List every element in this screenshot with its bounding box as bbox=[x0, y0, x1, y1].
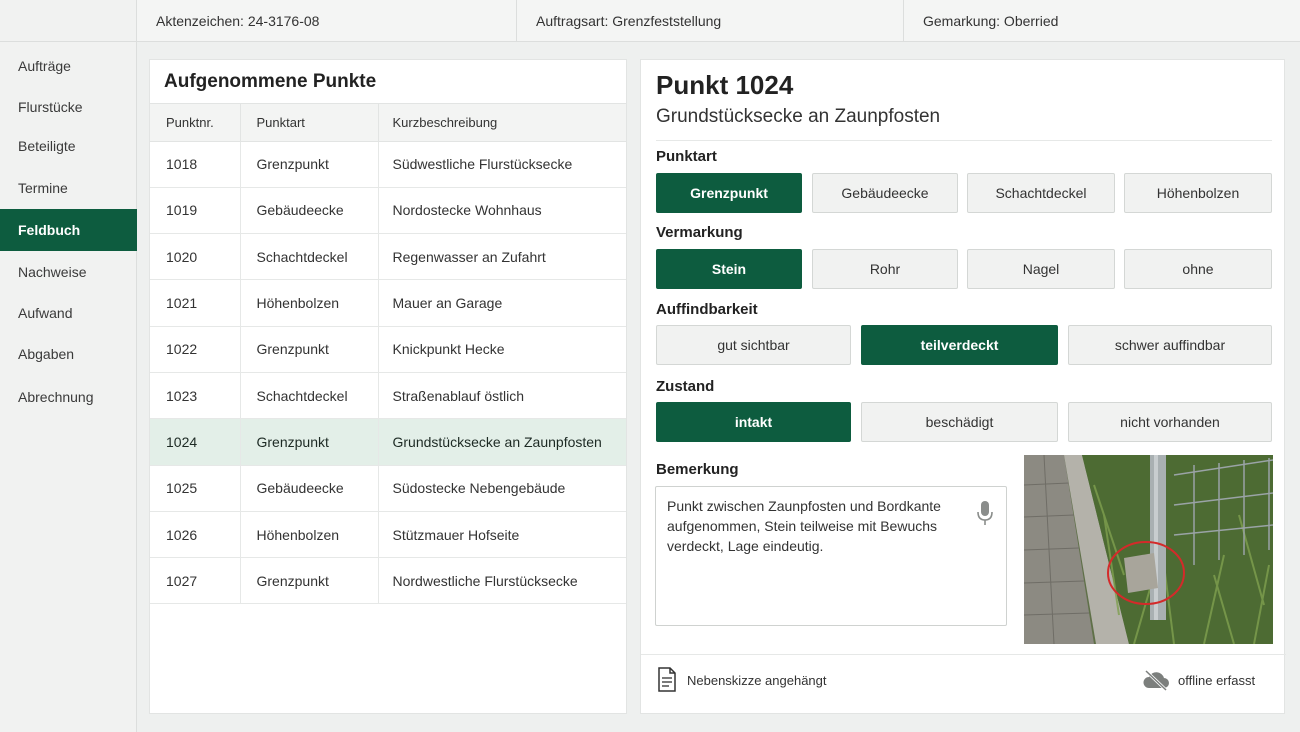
column-header-punktnr[interactable]: Punktnr. bbox=[150, 104, 241, 142]
sidebar-item-beteiligte[interactable]: Beteiligte bbox=[0, 125, 137, 167]
cell-kurzbeschreibung: Südwestliche Flurstücksecke bbox=[378, 141, 626, 188]
bemerkung-textarea[interactable]: Punkt zwischen Zaunpfosten und Bordkante… bbox=[655, 486, 1007, 626]
auffindbarkeit-label: Auffindbarkeit bbox=[656, 301, 758, 318]
auftragsart-field: Auftragsart: Grenzfeststellung bbox=[517, 0, 904, 42]
points-list-title: Aufgenommene Punkte bbox=[150, 60, 626, 104]
point-subtitle: Grundstücksecke an Zaunpfosten bbox=[656, 106, 941, 127]
cell-punktnr: 1018 bbox=[150, 141, 241, 188]
cell-punktart: Höhenbolzen bbox=[240, 279, 379, 327]
cell-punktart: Schachtdeckel bbox=[240, 372, 379, 420]
table-header-row: Punktnr. Punktart Kurzbeschreibung bbox=[150, 104, 626, 142]
auffindbarkeit-option-button[interactable]: teilverdeckt bbox=[861, 325, 1058, 365]
punktart-option-button[interactable]: Gebäudeecke bbox=[812, 173, 958, 213]
cell-punktnr: 1019 bbox=[150, 187, 241, 235]
column-header-kurzbeschreibung[interactable]: Kurzbeschreibung bbox=[378, 104, 626, 142]
cell-punktart: Grenzpunkt bbox=[240, 141, 379, 188]
sidebar-item-nachweise[interactable]: Nachweise bbox=[0, 251, 137, 293]
table-row[interactable]: 1022 Grenzpunkt Knickpunkt Hecke bbox=[150, 326, 626, 373]
punktart-option-button[interactable]: Grenzpunkt bbox=[656, 173, 802, 213]
cell-kurzbeschreibung: Regenwasser an Zufahrt bbox=[378, 233, 626, 281]
cell-punktart: Gebäudeecke bbox=[240, 187, 379, 235]
sidebar-item-auftraege[interactable]: Aufträge bbox=[0, 45, 137, 87]
cell-kurzbeschreibung: Mauer an Garage bbox=[378, 279, 626, 327]
cell-punktart: Schachtdeckel bbox=[240, 233, 379, 281]
table-row[interactable]: 1019 Gebäudeecke Nordostecke Wohnhaus bbox=[150, 187, 626, 235]
table-row[interactable]: 1027 Grenzpunkt Nordwestliche Flurstücksec… bbox=[150, 557, 626, 605]
cell-punktart: Grenzpunkt bbox=[240, 418, 379, 466]
cloud-offline-icon bbox=[1143, 669, 1169, 691]
vermarkung-option-button[interactable]: ohne bbox=[1124, 249, 1272, 289]
sidebar: Aufträge Flurstücke Beteiligte Termine F… bbox=[0, 0, 137, 732]
point-photo-image bbox=[1024, 455, 1273, 644]
zustand-option-button[interactable]: intakt bbox=[656, 402, 851, 442]
cell-punktnr: 1023 bbox=[150, 372, 241, 420]
table-row[interactable]: 1025 Gebäudeecke Südostecke Nebengebäude bbox=[150, 465, 626, 512]
table-row[interactable]: 1024 Grenzpunkt Grundstücksecke an Zaunpfo… bbox=[150, 418, 626, 466]
cell-kurzbeschreibung: Südostecke Nebengebäude bbox=[378, 465, 626, 512]
sidebar-item-termine[interactable]: Termine bbox=[0, 167, 137, 209]
table-row[interactable]: 1018 Grenzpunkt Südwestliche Flurstückseck… bbox=[150, 141, 626, 188]
sketch-attachment-link[interactable]: Nebenskizze angehängt bbox=[687, 673, 827, 688]
cell-punktnr: 1020 bbox=[150, 233, 241, 281]
points-table: Punktnr. Punktart Kurzbeschreibung 1018 G… bbox=[150, 104, 626, 605]
cell-punktnr: 1022 bbox=[150, 326, 241, 373]
zustand-label: Zustand bbox=[656, 378, 715, 395]
cell-kurzbeschreibung: Stützmauer Hofseite bbox=[378, 511, 626, 559]
table-row[interactable]: 1021 Höhenbolzen Mauer an Garage bbox=[150, 279, 626, 327]
document-icon bbox=[658, 667, 676, 692]
column-header-punktart[interactable]: Punktart bbox=[240, 104, 379, 142]
cell-punktnr: 1021 bbox=[150, 279, 241, 327]
cell-punktart: Grenzpunkt bbox=[240, 557, 379, 605]
sidebar-item-feldbuch[interactable]: Feldbuch bbox=[0, 209, 137, 251]
gemarkung-field: Gemarkung: Oberried bbox=[923, 13, 1059, 29]
table-row[interactable]: 1020 Schachtdeckel Regenwasser an Zufahrt bbox=[150, 233, 626, 281]
zustand-option-button[interactable]: beschädigt bbox=[861, 402, 1058, 442]
offline-status: offline erfasst bbox=[1178, 673, 1256, 688]
cell-kurzbeschreibung: Nordwestliche Flurstücksecke bbox=[378, 557, 626, 605]
cell-kurzbeschreibung: Knickpunkt Hecke bbox=[378, 326, 626, 373]
cell-kurzbeschreibung: Straßenablauf östlich bbox=[378, 372, 626, 420]
point-detail-panel: Punkt 1024 Grundstücksecke an Zaunpfoste… bbox=[640, 59, 1286, 714]
bemerkung-text: Punkt zwischen Zaunpfosten und Bordkante… bbox=[667, 498, 941, 554]
punktart-option-button[interactable]: Höhenbolzen bbox=[1124, 173, 1272, 213]
table-row[interactable]: 1026 Höhenbolzen Stützmauer Hofseite bbox=[150, 511, 626, 559]
cell-punktart: Gebäudeecke bbox=[240, 465, 379, 512]
cell-kurzbeschreibung: Nordostecke Wohnhaus bbox=[378, 187, 626, 235]
point-photo[interactable] bbox=[1024, 455, 1273, 644]
cell-punktart: Grenzpunkt bbox=[240, 326, 379, 373]
point-title: Punkt 1024 bbox=[656, 70, 794, 100]
points-list-panel: Aufgenommene Punkte Punktnr. Punktart Ku… bbox=[149, 59, 627, 714]
cell-punktnr: 1026 bbox=[150, 511, 241, 559]
vermarkung-label: Vermarkung bbox=[656, 224, 743, 241]
cell-kurzbeschreibung: Grundstücksecke an Zaunpfosten bbox=[378, 418, 626, 466]
order-header: Aktenzeichen: 24-3176-08 Auftragsart: Gr… bbox=[137, 0, 1300, 42]
cell-punktart: Höhenbolzen bbox=[240, 511, 379, 559]
sidebar-header bbox=[0, 0, 136, 42]
auffindbarkeit-option-button[interactable]: gut sichtbar bbox=[656, 325, 851, 365]
divider bbox=[656, 140, 1272, 141]
sidebar-item-aufwand[interactable]: Aufwand bbox=[0, 292, 137, 334]
table-row[interactable]: 1023 Schachtdeckel Straßenablauf östlich bbox=[150, 372, 626, 420]
sidebar-item-abgaben[interactable]: Abgaben bbox=[0, 333, 137, 375]
vermarkung-option-button[interactable]: Rohr bbox=[812, 249, 958, 289]
cell-punktnr: 1025 bbox=[150, 465, 241, 512]
zustand-option-button[interactable]: nicht vorhanden bbox=[1068, 402, 1272, 442]
vermarkung-option-button[interactable]: Nagel bbox=[967, 249, 1115, 289]
cell-punktnr: 1027 bbox=[150, 557, 241, 605]
sidebar-item-flurstuecke[interactable]: Flurstücke bbox=[0, 86, 137, 128]
bemerkung-label: Bemerkung bbox=[656, 461, 739, 478]
divider bbox=[641, 654, 1286, 655]
vermarkung-option-button[interactable]: Stein bbox=[656, 249, 802, 289]
sidebar-item-abrechnung[interactable]: Abrechnung bbox=[0, 376, 137, 418]
punktart-option-button[interactable]: Schachtdeckel bbox=[967, 173, 1115, 213]
punktart-label: Punktart bbox=[656, 148, 717, 165]
auffindbarkeit-option-button[interactable]: schwer auffindbar bbox=[1068, 325, 1272, 365]
cell-punktnr: 1024 bbox=[150, 418, 241, 466]
aktenzeichen-field: Aktenzeichen: 24-3176-08 bbox=[137, 0, 517, 42]
microphone-icon[interactable] bbox=[976, 500, 994, 526]
